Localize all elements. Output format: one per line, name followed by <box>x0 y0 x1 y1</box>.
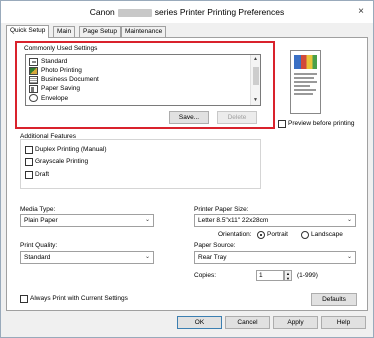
printer-paper-size-select[interactable]: Letter 8.5"x11" 22x28cm ⌄ <box>194 214 356 227</box>
tab-quick-setup[interactable]: Quick Setup <box>6 25 50 38</box>
delete-button[interactable]: Delete <box>217 111 257 124</box>
always-print-checkbox[interactable] <box>20 295 28 303</box>
chevron-down-icon: ⌄ <box>144 254 150 260</box>
defaults-button[interactable]: Defaults <box>311 293 357 306</box>
always-print-label: Always Print with Current Settings <box>30 295 128 302</box>
duplex-label: Duplex Printing (Manual) <box>35 146 107 153</box>
portrait-radio[interactable] <box>257 231 265 239</box>
portrait-label: Portrait <box>267 231 288 238</box>
ok-button[interactable]: OK <box>177 316 222 329</box>
list-item[interactable]: Standard <box>29 57 67 66</box>
landscape-label: Landscape <box>311 231 343 238</box>
paper-source-label: Paper Source: <box>194 242 236 249</box>
tab-page-setup[interactable]: Page Setup <box>79 26 121 37</box>
chevron-down-icon: ⌄ <box>346 217 352 223</box>
media-type-select[interactable]: Plain Paper ⌄ <box>20 214 154 227</box>
tab-maintenance[interactable]: Maintenance <box>121 26 167 37</box>
apply-button[interactable]: Apply <box>273 316 318 329</box>
title-prefix: Canon <box>89 7 115 17</box>
printer-paper-size-label: Printer Paper Size: <box>194 206 249 213</box>
title-suffix: series Printer Printing Preferences <box>154 7 285 17</box>
media-type-label: Media Type: <box>20 206 56 213</box>
preview-checkbox-label: Preview before printing <box>288 120 355 127</box>
redacted-model-name <box>117 8 152 17</box>
copies-stepper[interactable]: ▲ ▼ <box>284 270 292 281</box>
paper-source-select[interactable]: Rear Tray ⌄ <box>194 251 356 264</box>
photo-icon <box>29 66 38 75</box>
copies-range: (1-999) <box>297 272 318 279</box>
window-title: Canon series Printer Printing Preferences <box>1 7 373 17</box>
preview-image <box>294 55 317 69</box>
list-item[interactable]: Photo Printing <box>29 66 82 75</box>
draft-label: Draft <box>35 171 50 178</box>
landscape-radio[interactable] <box>301 231 309 239</box>
title-bar: Canon series Printer Printing Preferences… <box>1 1 373 23</box>
stepper-down-icon[interactable]: ▼ <box>286 277 290 281</box>
list-item[interactable]: Envelope <box>29 93 68 103</box>
preview-checkbox[interactable] <box>278 120 286 128</box>
duplex-checkbox[interactable] <box>25 146 33 154</box>
printer-preferences-window: Canon series Printer Printing Preferences… <box>0 0 374 338</box>
close-icon[interactable]: × <box>358 6 364 17</box>
draft-checkbox[interactable] <box>25 171 33 179</box>
cancel-button[interactable]: Cancel <box>225 316 270 329</box>
tab-main[interactable]: Main <box>53 26 76 37</box>
scroll-down-icon[interactable]: ▼ <box>253 97 258 103</box>
scroll-up-icon[interactable]: ▲ <box>253 56 258 62</box>
commonly-used-settings-label: Commonly Used Settings <box>24 45 98 52</box>
scroll-thumb[interactable] <box>253 67 259 85</box>
grayscale-label: Grayscale Printing <box>35 158 89 165</box>
grayscale-checkbox[interactable] <box>25 158 33 166</box>
orientation-label: Orientation: <box>218 231 252 238</box>
commonly-used-settings-list[interactable]: Standard Photo Printing Business Documen… <box>25 54 261 106</box>
help-button[interactable]: Help <box>321 316 366 329</box>
copies-label: Copies: <box>194 272 217 279</box>
copies-input[interactable]: 1 <box>256 270 284 281</box>
document-icon <box>29 57 38 66</box>
print-quality-label: Print Quality: <box>20 242 58 249</box>
print-quality-select[interactable]: Standard ⌄ <box>20 251 154 264</box>
list-scrollbar[interactable]: ▲ ▼ <box>250 55 260 105</box>
chevron-down-icon: ⌄ <box>144 217 150 223</box>
paper-saving-icon <box>29 84 38 93</box>
envelope-icon <box>29 94 38 102</box>
list-item[interactable]: Business Document <box>29 75 99 84</box>
business-document-icon <box>29 75 38 84</box>
chevron-down-icon: ⌄ <box>346 254 352 260</box>
list-item[interactable]: Paper Saving <box>29 84 80 93</box>
page-preview <box>290 50 321 114</box>
save-button[interactable]: Save... <box>169 111 209 124</box>
